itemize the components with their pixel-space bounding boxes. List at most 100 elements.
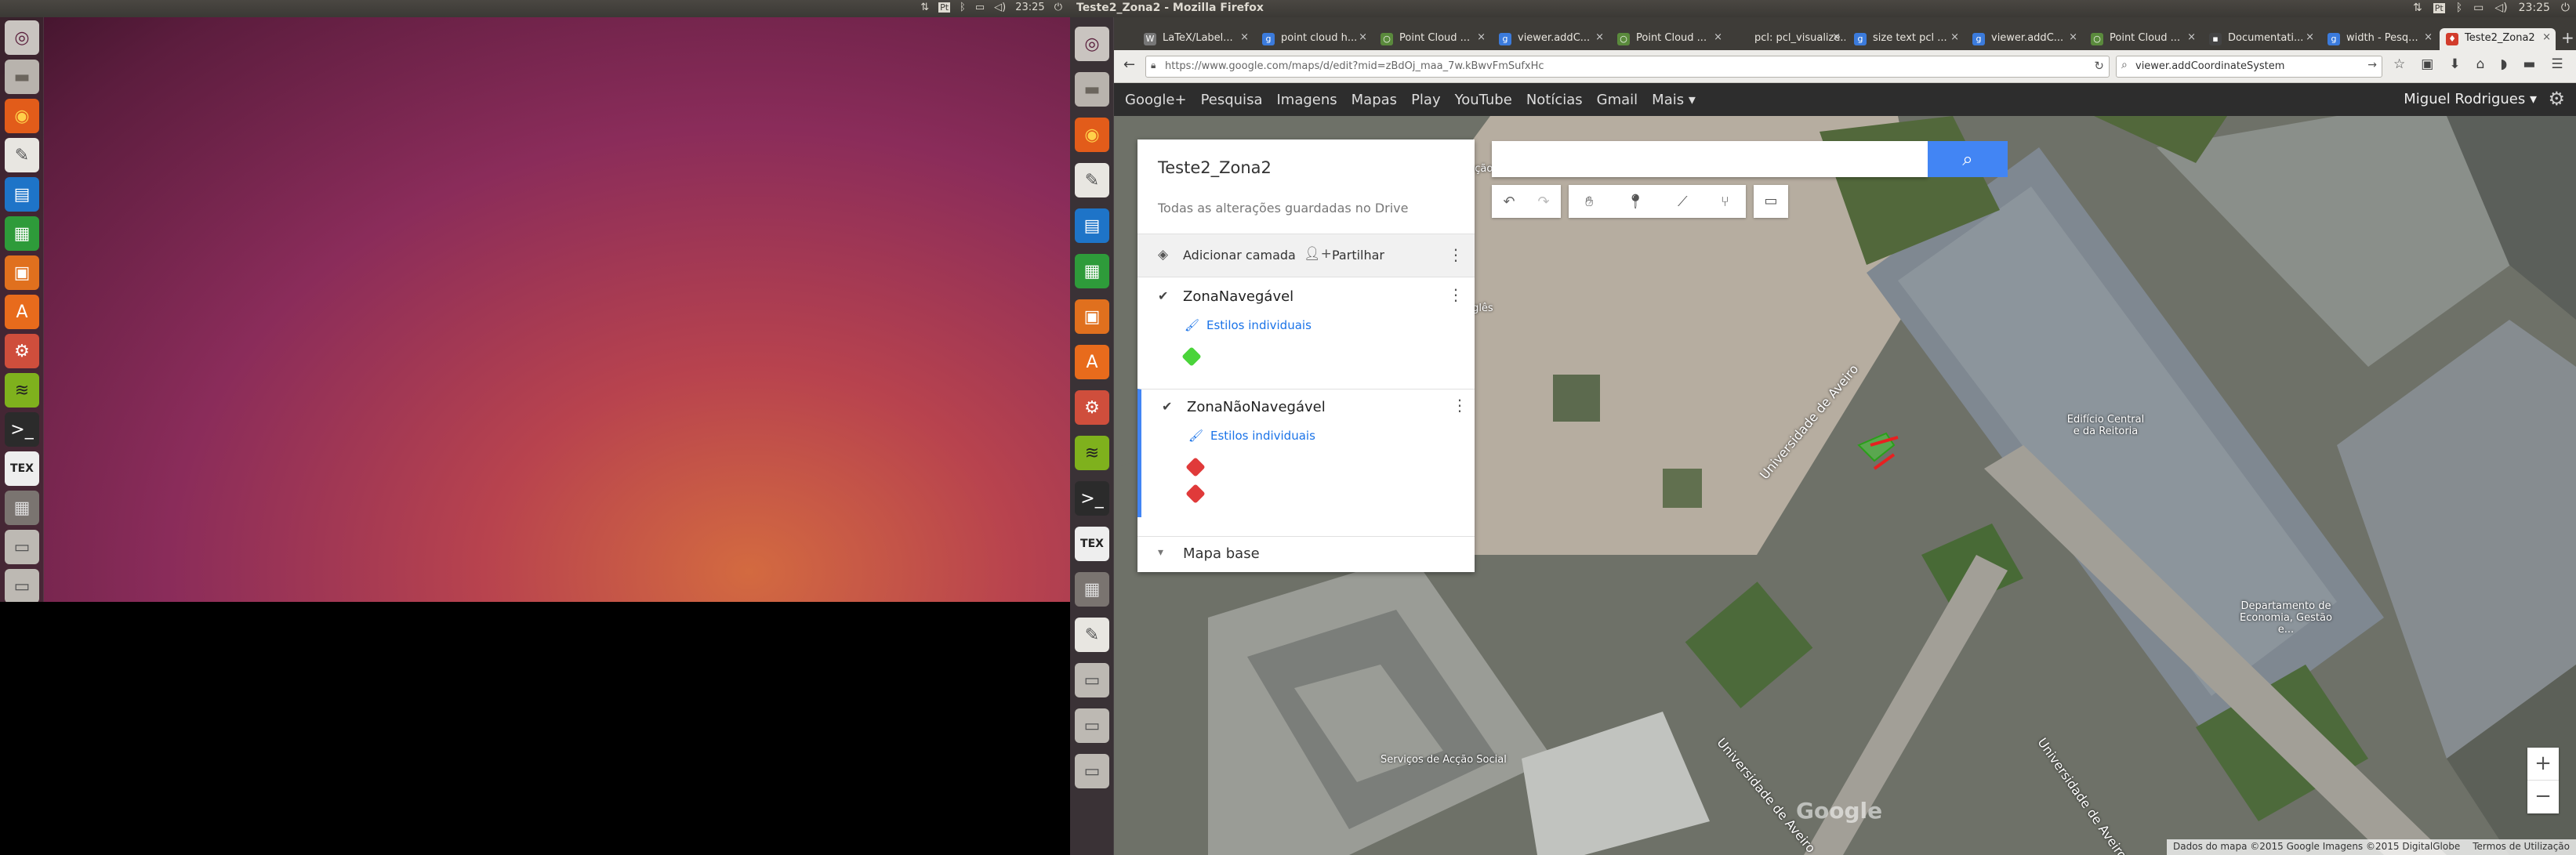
- clock[interactable]: 23:25: [1015, 2, 1044, 13]
- chevron-down-icon[interactable]: ▾: [1158, 546, 1163, 559]
- map-search-button[interactable]: ⌕: [1928, 141, 2008, 177]
- share-button[interactable]: Partilhar: [1332, 248, 1384, 263]
- close-icon[interactable]: ×: [2542, 31, 2551, 43]
- checkbox-checked-icon[interactable]: ✔: [1158, 288, 1172, 303]
- drive-icon-2[interactable]: ▭: [5, 569, 39, 602]
- hand-icon[interactable]: ✋︎: [1585, 194, 1593, 210]
- url-bar[interactable]: 🔒︎ https://www.google.com/maps/d/edit?mi…: [1145, 56, 2110, 78]
- writer-icon[interactable]: ▤: [1075, 208, 1109, 243]
- keyboard-icon[interactable]: Pt: [938, 2, 951, 13]
- search-go-icon[interactable]: →: [2367, 59, 2377, 71]
- terminal-icon[interactable]: >_: [1075, 481, 1109, 516]
- network-icon[interactable]: ⇅: [2413, 2, 2422, 14]
- tab[interactable]: g viewer.addC... ×: [1966, 28, 2082, 50]
- chat-icon[interactable]: ▬: [2523, 56, 2535, 72]
- power-icon[interactable]: ⏻: [2561, 2, 2570, 14]
- undo-icon[interactable]: ↶: [1503, 194, 1515, 210]
- close-icon[interactable]: ×: [1714, 31, 1722, 43]
- zoom-in-button[interactable]: +: [2527, 748, 2559, 781]
- tab[interactable]: g width - Pesq... ×: [2321, 28, 2437, 50]
- settings-icon[interactable]: ⚙: [1075, 390, 1109, 425]
- workspace-switcher-icon[interactable]: ▦: [1075, 572, 1109, 607]
- reload-icon[interactable]: ↻: [2094, 59, 2104, 73]
- power-icon[interactable]: ⏻: [1054, 2, 1062, 13]
- impress-icon[interactable]: ▣: [5, 255, 39, 290]
- redo-icon[interactable]: ↷: [1537, 194, 1549, 210]
- close-icon[interactable]: ×: [1595, 31, 1604, 43]
- tab[interactable]: ▪ Documentati... ×: [2203, 28, 2319, 50]
- volume-icon[interactable]: ◁): [994, 2, 1006, 13]
- search-bar[interactable]: ⌕ viewer.addCoordinateSystem →: [2116, 56, 2382, 78]
- layer-row[interactable]: ✔ ZonaNavegável ⋮ 🖌︎ Estilos individuais: [1137, 279, 1475, 381]
- menu-icon[interactable]: ☰: [2551, 56, 2563, 72]
- text-editor-icon[interactable]: ✎: [1075, 163, 1109, 197]
- more-options-icon[interactable]: ⋮: [1448, 285, 1464, 304]
- tab[interactable]: ○ Point Cloud ... ×: [2084, 28, 2200, 50]
- drive-icon-2[interactable]: ▭: [1075, 708, 1109, 743]
- tab[interactable]: W LaTeX/Label... ×: [1137, 28, 1254, 50]
- dash-icon[interactable]: ◎: [1075, 27, 1109, 61]
- texmaker-icon[interactable]: TEX: [1075, 527, 1109, 561]
- user-menu[interactable]: Miguel Rodrigues ▾: [2404, 91, 2537, 107]
- drive-icon[interactable]: ▭: [1075, 663, 1109, 697]
- close-icon[interactable]: ×: [2306, 31, 2314, 43]
- terminal-icon[interactable]: >_: [5, 412, 39, 447]
- calc-icon[interactable]: ▦: [1075, 254, 1109, 288]
- close-icon[interactable]: ×: [1359, 31, 1367, 43]
- firefox-icon[interactable]: ◉: [1075, 118, 1109, 152]
- layer-row[interactable]: ✔ ZonaNãoNavegável ⋮ 🖌︎ Estilos individu…: [1137, 389, 1475, 517]
- layer-name[interactable]: ZonaNãoNavegável: [1187, 399, 1326, 415]
- gear-icon[interactable]: ⚙: [2548, 88, 2565, 110]
- firefox-icon[interactable]: ◉: [5, 99, 39, 133]
- close-icon[interactable]: ×: [1832, 31, 1841, 43]
- polygon-shape-icon[interactable]: [1185, 457, 1206, 477]
- google-link[interactable]: Mais ▾: [1652, 92, 1696, 108]
- text-editor-icon[interactable]: ✎: [5, 138, 39, 172]
- drive-icon-3[interactable]: ▭: [1075, 754, 1109, 788]
- calc-icon[interactable]: ▦: [5, 216, 39, 251]
- software-center-icon[interactable]: A: [1075, 345, 1109, 379]
- files-icon[interactable]: ▬: [1075, 72, 1109, 107]
- google-link[interactable]: Google+: [1125, 92, 1187, 108]
- tab[interactable]: pcl: pcl_visualize... ×: [1729, 28, 1845, 50]
- ruler-button[interactable]: ▭: [1754, 185, 1788, 218]
- tab[interactable]: ○ Point Cloud ... ×: [1374, 28, 1490, 50]
- home-icon[interactable]: ⌂: [2476, 56, 2485, 72]
- bookmarks-icon[interactable]: ▣: [2421, 56, 2433, 72]
- workspace-switcher-icon[interactable]: ▦: [5, 491, 39, 525]
- satellite-map[interactable]: Edifício Central e da Reitoria Departame…: [1114, 116, 2576, 855]
- texmaker-icon[interactable]: TEX: [5, 451, 39, 486]
- text-editor-icon-2[interactable]: ✎: [1075, 618, 1109, 652]
- map-search-input[interactable]: [1492, 141, 1928, 177]
- draw-line-icon[interactable]: ⟋: [1678, 194, 1688, 210]
- google-link[interactable]: Notícias: [1526, 92, 1583, 108]
- bookmark-star-icon[interactable]: ☆: [2393, 56, 2405, 72]
- terms-link[interactable]: Termos de Utilização: [2473, 841, 2570, 853]
- marker-icon[interactable]: 📍︎: [1627, 194, 1645, 210]
- google-link[interactable]: Play: [1411, 92, 1441, 108]
- clock[interactable]: 23:25: [2519, 2, 2550, 14]
- battery-icon[interactable]: ▭: [2473, 2, 2483, 14]
- style-link[interactable]: Estilos individuais: [1206, 318, 1312, 332]
- google-link[interactable]: Imagens: [1276, 92, 1337, 108]
- more-options-icon[interactable]: ⋮: [1452, 396, 1468, 415]
- dash-icon[interactable]: ◎: [5, 20, 39, 55]
- close-icon[interactable]: ×: [2187, 31, 2196, 43]
- bluetooth-icon[interactable]: ᛒ: [2456, 2, 2462, 14]
- battery-icon[interactable]: ▭: [975, 2, 985, 13]
- close-icon[interactable]: ×: [2069, 31, 2077, 43]
- directions-icon[interactable]: ⑂: [1721, 194, 1729, 210]
- layer-name[interactable]: ZonaNavegável: [1183, 288, 1293, 305]
- map-title[interactable]: Teste2_Zona2: [1158, 158, 1272, 177]
- tab[interactable]: ○ Point Cloud ... ×: [1611, 28, 1727, 50]
- polygon-shape-icon[interactable]: [1181, 346, 1202, 367]
- files-icon[interactable]: ▬: [5, 60, 39, 94]
- network-icon[interactable]: ⇅: [920, 2, 929, 13]
- zoom-out-button[interactable]: −: [2527, 781, 2559, 813]
- keyboard-icon[interactable]: Pt: [2433, 2, 2445, 13]
- software-center-icon[interactable]: A: [5, 295, 39, 329]
- search-text[interactable]: viewer.addCoordinateSystem: [2135, 60, 2284, 72]
- url-text[interactable]: https://www.google.com/maps/d/edit?mid=z…: [1165, 60, 1544, 72]
- drive-icon[interactable]: ▭: [5, 530, 39, 564]
- style-link[interactable]: Estilos individuais: [1210, 429, 1315, 443]
